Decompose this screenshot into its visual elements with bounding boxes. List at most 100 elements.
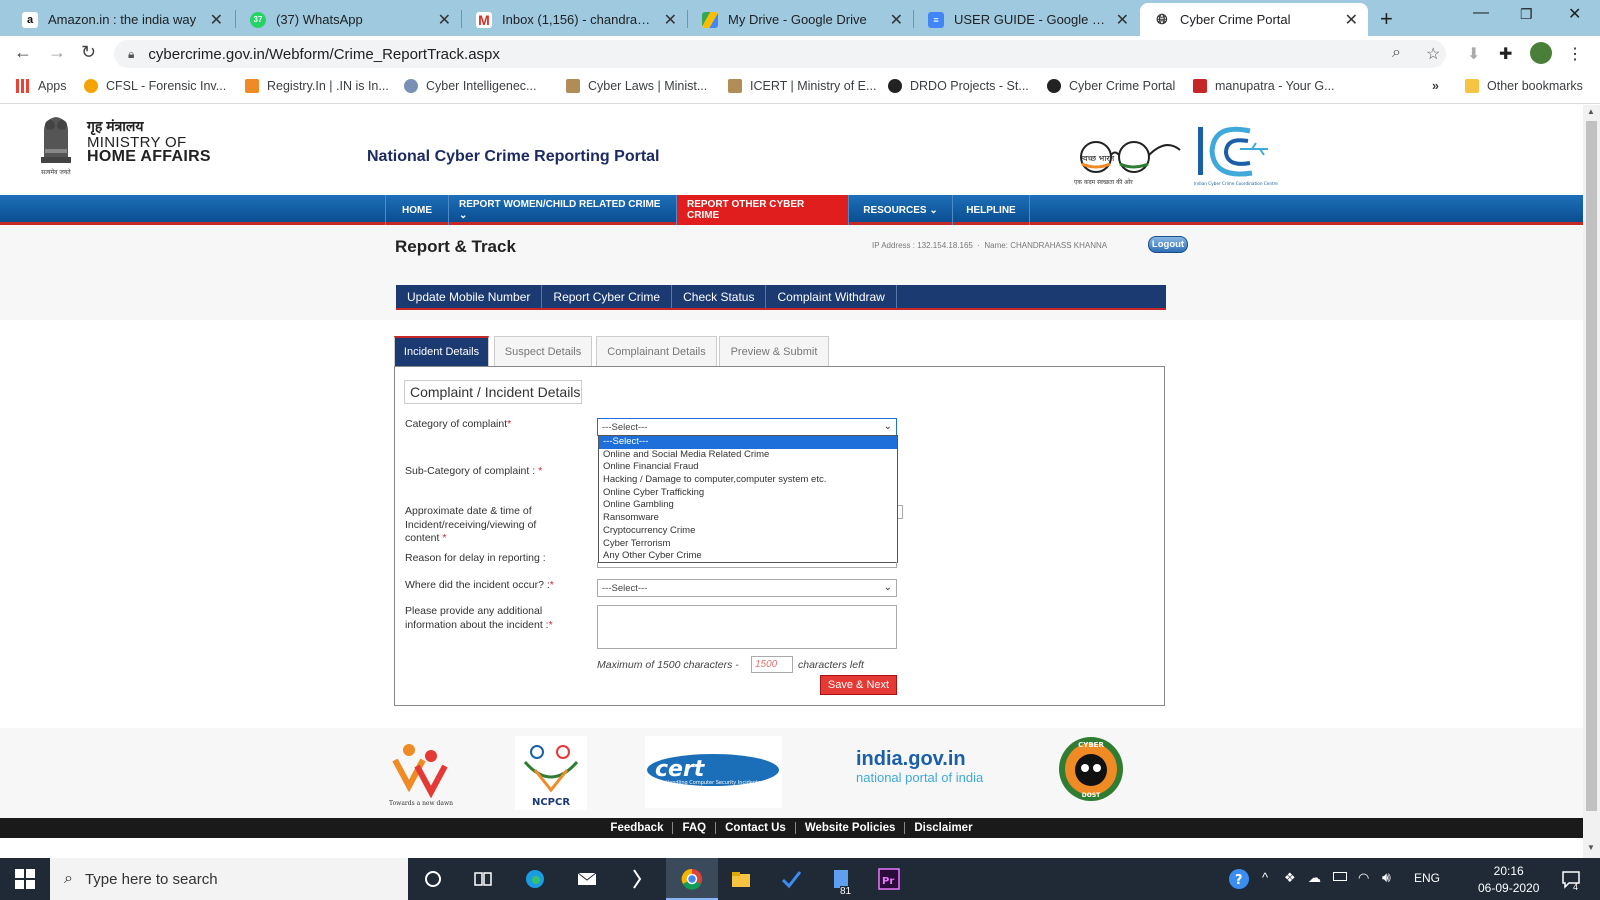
nari-shakti-logo[interactable]: Towards a new dawn bbox=[385, 736, 457, 808]
additional-info-textarea[interactable] bbox=[597, 605, 897, 649]
language-indicator[interactable]: ENG bbox=[1414, 871, 1440, 885]
dropdown-option[interactable]: Online Cyber Trafficking bbox=[599, 487, 897, 500]
close-icon[interactable]: ✕ bbox=[1345, 10, 1358, 30]
star-icon[interactable]: ☆ bbox=[1426, 44, 1440, 64]
nav-report-women-child[interactable]: REPORT WOMEN/CHILD RELATED CRIME ⌄ bbox=[448, 195, 676, 225]
file-explorer-icon[interactable] bbox=[730, 868, 752, 890]
todo-icon[interactable] bbox=[780, 868, 802, 890]
window-close-icon[interactable]: ✕ bbox=[1568, 4, 1581, 24]
save-next-button[interactable]: Save & Next bbox=[820, 675, 897, 695]
bookmark-cyber-crime-portal[interactable]: Cyber Crime Portal bbox=[1047, 79, 1175, 93]
india-gov-logo[interactable]: india.gov.in bbox=[856, 748, 966, 771]
zoom-icon[interactable]: ⌕ bbox=[1392, 44, 1401, 62]
footer-website-policies[interactable]: Website Policies bbox=[796, 822, 906, 834]
tab-docs[interactable]: ≡ USER GUIDE - Google Docs ✕ bbox=[914, 3, 1139, 36]
chrome-taskbar-button[interactable] bbox=[666, 858, 718, 900]
tab-drive[interactable]: My Drive - Google Drive ✕ bbox=[688, 3, 913, 36]
tab-incident-details[interactable]: Incident Details bbox=[394, 336, 489, 366]
dropdown-option[interactable]: Online Gambling bbox=[599, 499, 897, 512]
close-icon[interactable]: ✕ bbox=[438, 10, 451, 30]
minimize-icon[interactable]: — bbox=[1473, 4, 1489, 22]
scroll-up-icon[interactable]: ▲ bbox=[1587, 107, 1595, 116]
profile-avatar[interactable] bbox=[1530, 42, 1552, 64]
scroll-down-icon[interactable]: ▼ bbox=[1587, 843, 1595, 852]
category-select[interactable]: ---Select--- ⌄ bbox=[597, 418, 897, 436]
nav-helpline[interactable]: HELPLINE bbox=[952, 195, 1030, 225]
tab-suspect-details[interactable]: Suspect Details bbox=[494, 336, 592, 366]
dropdown-option[interactable]: ---Select--- bbox=[599, 436, 897, 449]
subnav-complaint-withdraw[interactable]: Complaint Withdraw bbox=[766, 285, 897, 308]
forward-icon[interactable]: → bbox=[48, 42, 66, 63]
close-icon[interactable]: ✕ bbox=[664, 10, 677, 30]
delay-reason-input[interactable] bbox=[597, 562, 897, 568]
incident-location-select[interactable]: ---Select--- ⌄ bbox=[597, 579, 897, 597]
other-bookmarks[interactable]: Other bookmarks bbox=[1465, 79, 1583, 93]
tab-gmail[interactable]: M Inbox (1,156) - chandrahassk ✕ bbox=[462, 3, 687, 36]
dropdown-option[interactable]: Hacking / Damage to computer,computer sy… bbox=[599, 474, 897, 487]
bookmark-manupatra[interactable]: manupatra - Your G... bbox=[1193, 79, 1335, 93]
battery-icon[interactable] bbox=[1333, 872, 1347, 881]
restore-icon[interactable]: ❐ bbox=[1520, 6, 1533, 23]
windows-start-icon[interactable] bbox=[14, 868, 36, 890]
bookmark-cfsl[interactable]: CFSL - Forensic Inv... bbox=[84, 79, 226, 93]
bookmark-registry[interactable]: Registry.In | .IN is In... bbox=[245, 79, 389, 93]
cloud-icon[interactable]: ☁ bbox=[1308, 870, 1321, 886]
bookmark-cyber-laws[interactable]: Cyber Laws | Minist... bbox=[566, 79, 707, 93]
datetime-input-edge[interactable] bbox=[898, 505, 903, 519]
page-scrollbar[interactable]: ▲ ▼ bbox=[1583, 105, 1600, 858]
footer-feedback[interactable]: Feedback bbox=[601, 822, 674, 834]
dropdown-option[interactable]: Cyber Terrorism bbox=[599, 538, 897, 551]
dropdown-option[interactable]: Any Other Cyber Crime bbox=[599, 550, 897, 563]
dropdown-option[interactable]: Cryptocurrency Crime bbox=[599, 525, 897, 538]
logout-button[interactable]: Logout bbox=[1148, 236, 1188, 253]
download-icon[interactable]: ⬇ bbox=[1467, 44, 1480, 64]
extensions-icon[interactable]: ✚ bbox=[1499, 44, 1512, 64]
new-tab-button[interactable]: + bbox=[1380, 6, 1393, 32]
wifi-icon[interactable]: ◠ bbox=[1358, 870, 1369, 886]
premiere-icon[interactable]: Pr bbox=[878, 868, 900, 890]
close-icon[interactable]: ✕ bbox=[210, 10, 223, 30]
cyber-dost-logo[interactable]: CYBER DOST bbox=[1058, 736, 1124, 802]
cert-in-logo[interactable]: cert Handling Computer Security Incident… bbox=[645, 736, 782, 808]
bookmark-cyber-intelligence[interactable]: Cyber Intelligenec... bbox=[404, 79, 536, 93]
volume-icon[interactable]: 🔊︎ bbox=[1382, 869, 1391, 886]
scrollbar-thumb[interactable] bbox=[1586, 121, 1597, 811]
bookmark-drdo[interactable]: DRDO Projects - St... bbox=[888, 79, 1029, 93]
taskbar-clock[interactable]: 20:16 06-09-2020 bbox=[1478, 863, 1539, 897]
subnav-check-status[interactable]: Check Status bbox=[672, 285, 767, 308]
back-icon[interactable]: ← bbox=[14, 42, 32, 63]
footer-disclaimer[interactable]: Disclaimer bbox=[905, 822, 981, 834]
menu-icon[interactable]: ⋮ bbox=[1567, 44, 1583, 64]
subnav-report-cyber-crime[interactable]: Report Cyber Crime bbox=[542, 285, 673, 308]
edge-icon[interactable] bbox=[524, 868, 546, 890]
tab-whatsapp[interactable]: 37 (37) WhatsApp ✕ bbox=[236, 3, 461, 36]
ncpcr-logo[interactable]: NCPCR bbox=[515, 736, 587, 810]
tab-complainant-details[interactable]: Complainant Details bbox=[596, 336, 717, 366]
dropdown-option[interactable]: Online and Social Media Related Crime bbox=[599, 449, 897, 462]
footer-faq[interactable]: FAQ bbox=[673, 822, 717, 834]
dropbox-icon[interactable]: ❖ bbox=[1284, 870, 1296, 886]
reload-icon[interactable]: ↻ bbox=[81, 42, 96, 63]
app-icon[interactable] bbox=[626, 868, 648, 890]
address-bar[interactable]: 🔒︎ cybercrime.gov.in/Webform/Crime_Repor… bbox=[114, 40, 1446, 68]
dropdown-option[interactable]: Online Financial Fraud bbox=[599, 461, 897, 474]
footer-contact-us[interactable]: Contact Us bbox=[716, 822, 796, 834]
close-icon[interactable]: ✕ bbox=[1116, 10, 1129, 30]
tray-expand-icon[interactable]: ^ bbox=[1262, 870, 1268, 885]
mail-icon[interactable] bbox=[576, 868, 598, 890]
subnav-update-mobile[interactable]: Update Mobile Number bbox=[396, 285, 543, 308]
bookmarks-overflow-icon[interactable]: » bbox=[1432, 79, 1439, 93]
tab-preview-submit[interactable]: Preview & Submit bbox=[719, 336, 829, 366]
close-icon[interactable]: ✕ bbox=[890, 10, 903, 30]
taskbar-search[interactable]: ⌕ Type here to search bbox=[50, 858, 408, 900]
tab-cyber-crime-portal[interactable]: 🌐︎ Cyber Crime Portal ✕ bbox=[1140, 3, 1368, 36]
nav-home[interactable]: HOME bbox=[385, 195, 448, 225]
bookmark-apps[interactable]: Apps bbox=[16, 79, 67, 93]
nav-report-other-cyber-crime[interactable]: REPORT OTHER CYBER CRIME bbox=[676, 195, 848, 225]
dropdown-option[interactable]: Ransomware bbox=[599, 512, 897, 525]
task-view-icon[interactable] bbox=[472, 868, 494, 890]
cortana-icon[interactable] bbox=[422, 868, 444, 890]
bookmark-icert[interactable]: ICERT | Ministry of E... bbox=[728, 79, 876, 93]
tab-amazon[interactable]: a Amazon.in : the india way ✕ bbox=[8, 3, 233, 36]
nav-resources[interactable]: RESOURCES ⌄ bbox=[848, 195, 952, 225]
